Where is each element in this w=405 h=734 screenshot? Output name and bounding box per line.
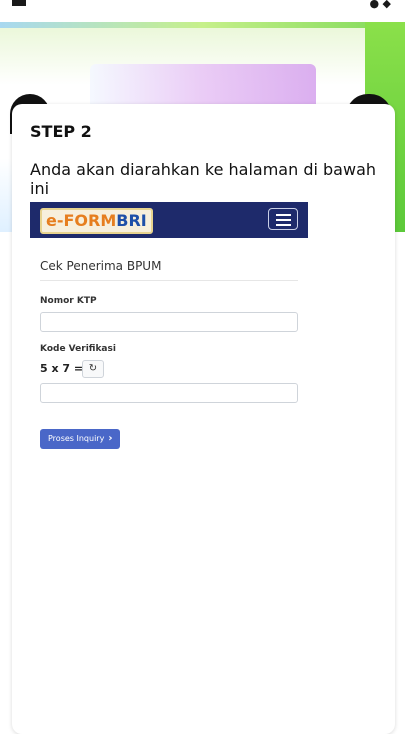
status-bar: ● ◆: [0, 0, 405, 22]
proses-inquiry-label: Proses Inquiry: [48, 434, 105, 443]
banner-stripe: [0, 22, 405, 28]
hamburger-icon[interactable]: [268, 208, 298, 230]
kode-verifikasi-input[interactable]: [40, 383, 298, 403]
step-card: STEP 2 Anda akan diarahkan ke halaman di…: [12, 104, 395, 734]
ktp-input[interactable]: [40, 312, 298, 332]
step-title: STEP 2: [30, 122, 92, 141]
step-description: Anda akan diarahkan ke halaman di bawah …: [30, 160, 377, 198]
eformbri-logo[interactable]: e-FORM BRI: [40, 208, 153, 234]
ktp-label: Nomor KTP: [40, 296, 97, 306]
proses-inquiry-button[interactable]: Proses Inquiry ›: [40, 429, 121, 449]
status-icons-right: ● ◆: [369, 0, 391, 10]
chevron-right-icon: ›: [108, 433, 113, 444]
form-divider: [40, 280, 298, 281]
logo-bri-text: BRI: [116, 211, 147, 230]
logo-eform-text: e-FORM: [46, 211, 117, 230]
embedded-screenshot: e-FORM BRI Cek Penerima BPUM Nomor KTP Ko…: [30, 202, 308, 462]
form-title: Cek Penerima BPUM: [40, 259, 162, 273]
captcha-question: 5 x 7 =: [40, 362, 84, 375]
kode-verifikasi-label: Kode Verifikasi: [40, 344, 116, 354]
eform-navbar: e-FORM BRI: [30, 202, 308, 238]
refresh-icon[interactable]: ↻: [82, 360, 104, 378]
status-icon: [12, 0, 26, 6]
